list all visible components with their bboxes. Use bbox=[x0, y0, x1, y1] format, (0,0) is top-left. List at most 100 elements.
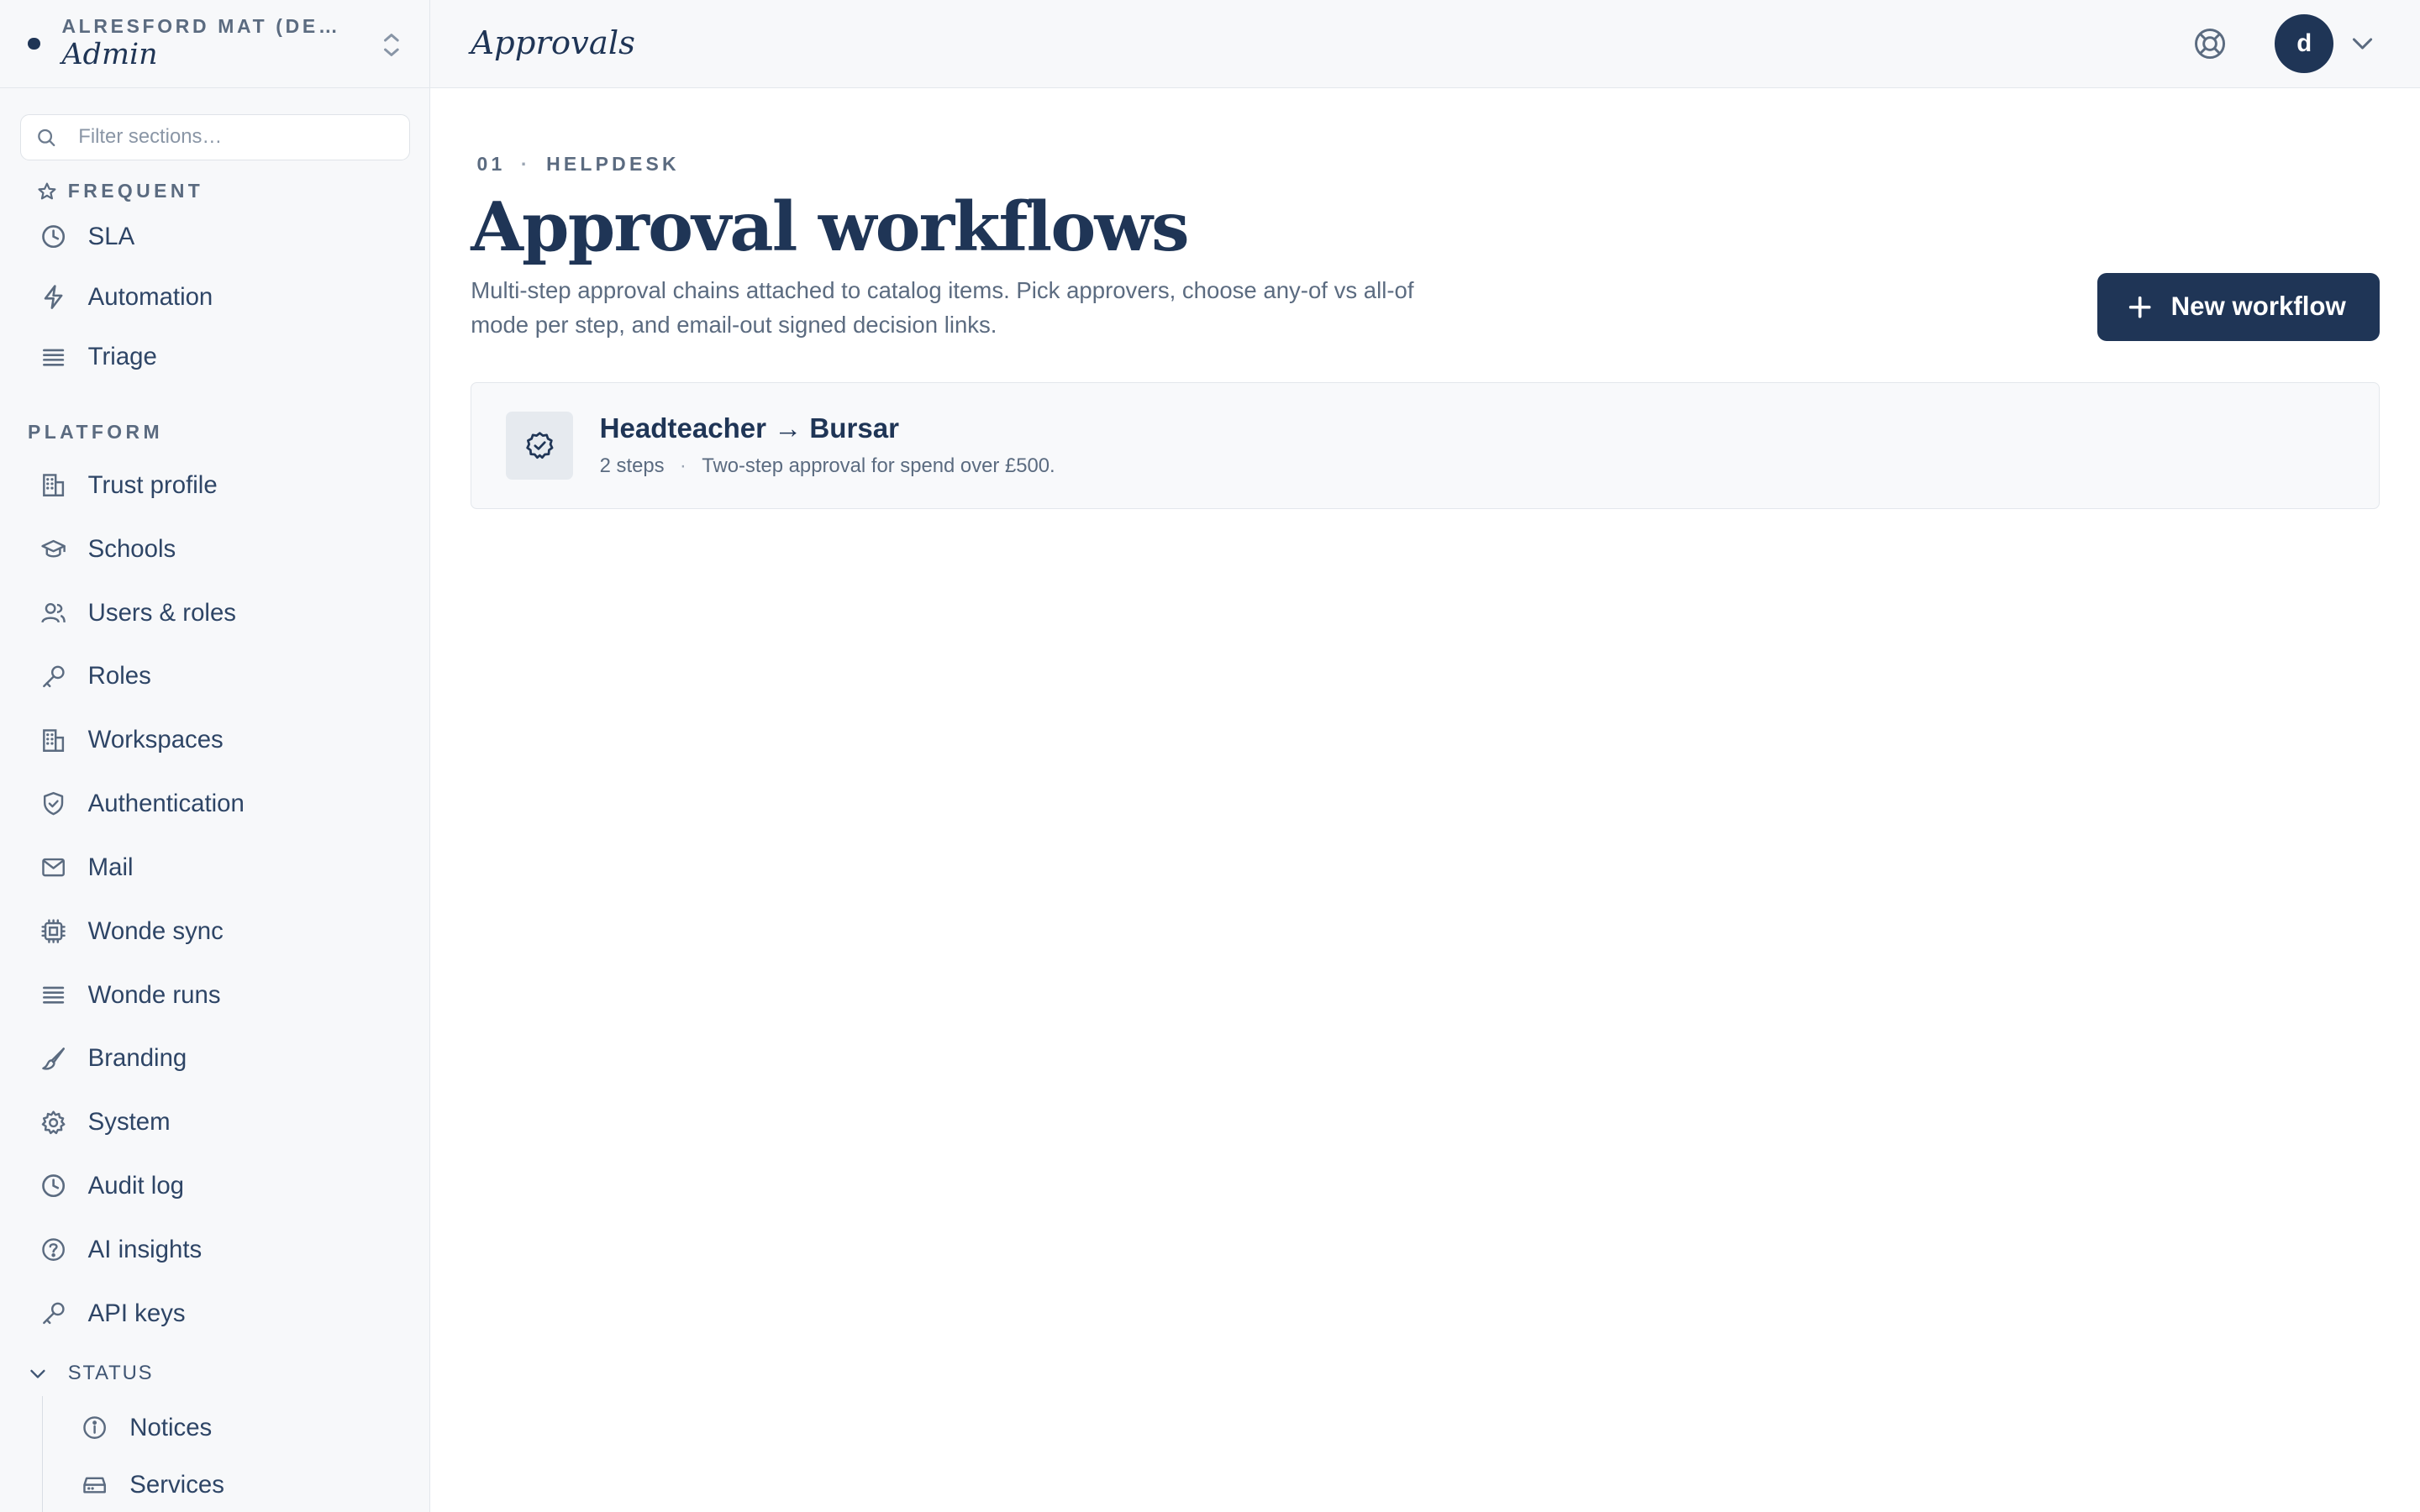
sidebar: ALRESFORD MAT (DE… Admin FREQUENT SLA Au… bbox=[0, 0, 431, 1512]
page-header-title: Approvals bbox=[471, 24, 635, 63]
list-icon bbox=[42, 349, 64, 366]
org-switcher[interactable]: ALRESFORD MAT (DE… Admin bbox=[0, 0, 430, 88]
section-platform-label: PLATFORM bbox=[28, 420, 164, 443]
lightning-icon bbox=[44, 285, 63, 309]
mail-icon bbox=[42, 858, 65, 877]
filter-sections-input[interactable] bbox=[78, 125, 394, 150]
chip-icon bbox=[41, 919, 66, 943]
lifebuoy-icon[interactable] bbox=[2191, 25, 2228, 62]
sidebar-item-sla[interactable]: SLA bbox=[0, 207, 429, 267]
workflow-summary: Two-step approval for spend over £500. bbox=[702, 454, 1055, 478]
page-description: Multi-step approval chains attached to c… bbox=[471, 277, 1414, 338]
key-icon bbox=[42, 1302, 65, 1325]
list-icon bbox=[42, 986, 64, 1004]
building-icon bbox=[42, 728, 64, 752]
sidebar-item-workspaces[interactable]: Workspaces bbox=[0, 708, 429, 772]
sidebar-item-label: Automation bbox=[87, 282, 213, 311]
sidebar-item-automation[interactable]: Automation bbox=[0, 267, 429, 328]
org-text: ALRESFORD MAT (DE… Admin bbox=[61, 14, 341, 71]
sidebar-item-ai-insights[interactable]: AI insights bbox=[0, 1218, 429, 1282]
workflow-meta: 2 steps · Two-step approval for spend ov… bbox=[600, 454, 1055, 478]
org-name: ALRESFORD MAT (DE… bbox=[61, 14, 341, 37]
content: 01 · HELPDESK Approval workflows Multi-s… bbox=[430, 88, 2420, 509]
search-icon bbox=[38, 129, 55, 146]
sidebar-item-label: Wonde runs bbox=[87, 980, 221, 1009]
clock-icon bbox=[41, 225, 65, 249]
frequent-list: SLA Automation Triage bbox=[0, 207, 429, 387]
section-platform: PLATFORM bbox=[28, 418, 429, 446]
sidebar-item-label: Users & roles bbox=[87, 598, 236, 627]
filter-sections-field[interactable] bbox=[19, 113, 410, 160]
section-status-toggle[interactable]: STATUS bbox=[28, 1359, 429, 1387]
page-title: Approval workflows bbox=[471, 186, 1189, 267]
sidebar-item-label: Mail bbox=[87, 853, 134, 881]
users-icon bbox=[41, 602, 66, 623]
clock-icon bbox=[41, 1174, 65, 1198]
org-status-dot bbox=[28, 37, 40, 50]
sidebar-item-branding[interactable]: Branding bbox=[0, 1026, 429, 1090]
sidebar-item-label: Notices bbox=[129, 1413, 213, 1441]
graduation-cap-icon bbox=[41, 539, 66, 558]
sidebar-item-label: Schools bbox=[87, 534, 176, 563]
sidebar-item-label: Services bbox=[129, 1470, 224, 1499]
brush-icon bbox=[42, 1047, 65, 1070]
sidebar-item-wonde-sync[interactable]: Wonde sync bbox=[0, 900, 429, 963]
sidebar-item-wonde-runs[interactable]: Wonde runs bbox=[0, 963, 429, 1027]
sidebar-item-users-roles[interactable]: Users & roles bbox=[0, 581, 429, 645]
workflow-card[interactable]: Headteacher → Bursar 2 steps · Two-step … bbox=[471, 381, 2381, 509]
sidebar-item-label: Wonde sync bbox=[87, 916, 224, 945]
sidebar-item-label: Roles bbox=[87, 662, 151, 690]
breadcrumb-number: 01 bbox=[476, 152, 506, 175]
sidebar-item-services[interactable]: Services bbox=[0, 1457, 429, 1512]
gear-icon bbox=[41, 1110, 66, 1134]
app-window: ALRESFORD MAT (DE… Admin FREQUENT SLA Au… bbox=[0, 0, 2420, 1512]
sidebar-item-label: System bbox=[87, 1108, 171, 1137]
sidebar-item-authentication[interactable]: Authentication bbox=[0, 772, 429, 836]
topbar-actions: d bbox=[2191, 13, 2380, 73]
new-workflow-button[interactable]: New workflow bbox=[2096, 273, 2381, 341]
breadcrumb-separator: · bbox=[520, 152, 531, 175]
server-icon bbox=[83, 1477, 107, 1494]
sidebar-item-schools[interactable]: Schools bbox=[0, 517, 429, 581]
sidebar-item-mail[interactable]: Mail bbox=[0, 836, 429, 900]
sidebar-item-trust-profile[interactable]: Trust profile bbox=[0, 454, 429, 517]
sidebar-item-triage[interactable]: Triage bbox=[0, 327, 429, 387]
chevron-down-icon bbox=[30, 1369, 45, 1378]
main-panel: Approvals d 01 · HELPDESK Approval workf… bbox=[430, 0, 2420, 1512]
building-icon bbox=[42, 474, 64, 497]
info-icon bbox=[83, 1416, 107, 1440]
workflow-meta-separator: · bbox=[679, 454, 687, 478]
sidebar-item-label: Audit log bbox=[87, 1172, 184, 1200]
key-icon bbox=[42, 665, 65, 687]
sidebar-item-label: API keys bbox=[87, 1299, 186, 1327]
section-frequent-label: FREQUENT bbox=[67, 180, 204, 202]
shield-check-icon bbox=[43, 792, 63, 816]
sidebar-item-audit-log[interactable]: Audit log bbox=[0, 1154, 429, 1218]
section-frequent: FREQUENT bbox=[37, 177, 429, 205]
breadcrumb: 01 · HELPDESK bbox=[471, 153, 2380, 176]
workflow-text: Headteacher → Bursar 2 steps · Two-step … bbox=[600, 412, 1055, 478]
sidebar-item-label: Triage bbox=[87, 343, 157, 371]
sidebar-item-system[interactable]: System bbox=[0, 1090, 429, 1154]
workflow-steps: 2 steps bbox=[599, 454, 665, 478]
chevron-down-icon[interactable] bbox=[2349, 29, 2376, 57]
avatar[interactable]: d bbox=[2275, 13, 2334, 73]
workflow-icon-tile bbox=[505, 411, 574, 480]
platform-list: Trust profile Schools Users & roles Role… bbox=[0, 454, 429, 1346]
sidebar-item-label: Trust profile bbox=[87, 470, 218, 499]
sidebar-item-label: Authentication bbox=[87, 790, 245, 818]
sidebar-item-api-keys[interactable]: API keys bbox=[0, 1282, 429, 1346]
plus-icon bbox=[2129, 296, 2151, 318]
status-tree-rail bbox=[41, 1396, 44, 1512]
status-list: Notices Services bbox=[0, 1399, 429, 1512]
topbar: Approvals d bbox=[430, 0, 2420, 88]
help-circle-icon bbox=[42, 1238, 65, 1262]
sidebar-item-label: SLA bbox=[87, 222, 135, 250]
org-role: Admin bbox=[61, 37, 158, 71]
sidebar-item-notices[interactable]: Notices bbox=[0, 1399, 429, 1457]
chevron-up-down-icon[interactable] bbox=[381, 31, 402, 59]
badge-check-icon bbox=[525, 432, 554, 459]
sidebar-item-roles[interactable]: Roles bbox=[0, 644, 429, 708]
workflow-name: Headteacher → Bursar bbox=[599, 413, 899, 445]
section-status-label: STATUS bbox=[67, 1361, 154, 1384]
